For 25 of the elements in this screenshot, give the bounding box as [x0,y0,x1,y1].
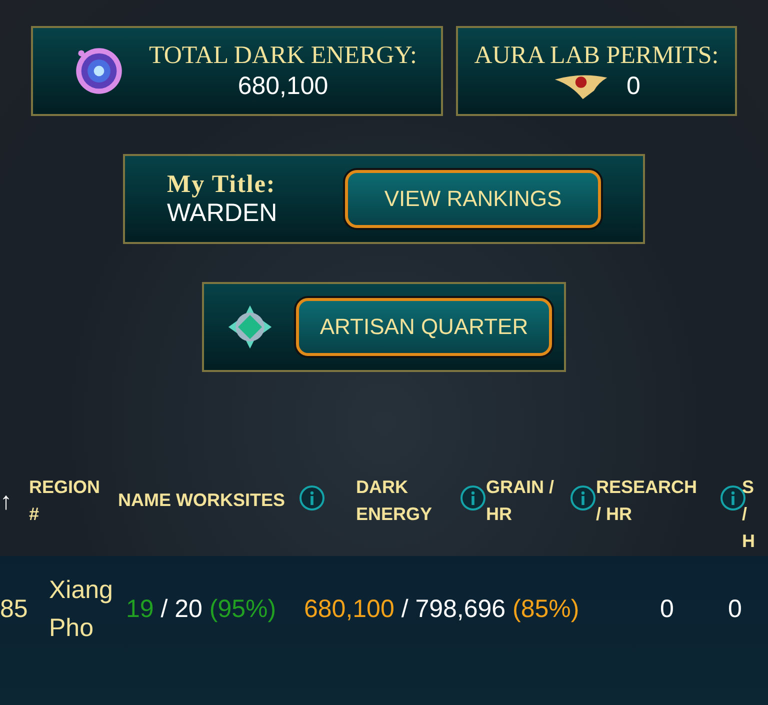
view-rankings-button[interactable]: VIEW RANKINGS [345,170,601,228]
column-header: REGION # [29,476,102,526]
column-header: DARK ENERGY [356,476,434,526]
orb-icon [73,45,125,97]
title-label: My Title: [167,170,277,198]
column-header: RESEARCH / HR [596,476,698,526]
column-header: S / H [742,476,756,553]
resource-label: AURA LAB PERMITS: [474,42,719,70]
diamond-icon [226,303,274,351]
resource-value: 0 [626,72,640,100]
artisan-quarter-button[interactable]: ARTISAN QUARTER [296,298,552,356]
table-cell-text: 85 [0,594,29,624]
resource-value: 680,100 [238,72,328,100]
resource-label: TOTAL DARK ENERGY: [149,42,417,70]
table-cell-text: 680,100 / 798,696 (85%) [304,594,580,624]
permit-icon [552,72,609,100]
table-cell-text: 19 / 20 (95%) [126,594,278,624]
column-header: GRAIN / HR [486,476,556,526]
table-cell-text: Xiang Pho [49,575,114,644]
column-header: WORKSITES [176,489,286,512]
column-header: NAME [118,489,171,512]
sort-arrow[interactable]: ↑ [0,488,29,516]
table-cell-text: 0 [660,594,675,624]
title-value: WARDEN [167,198,278,228]
table-cell: 0 [728,594,742,624]
